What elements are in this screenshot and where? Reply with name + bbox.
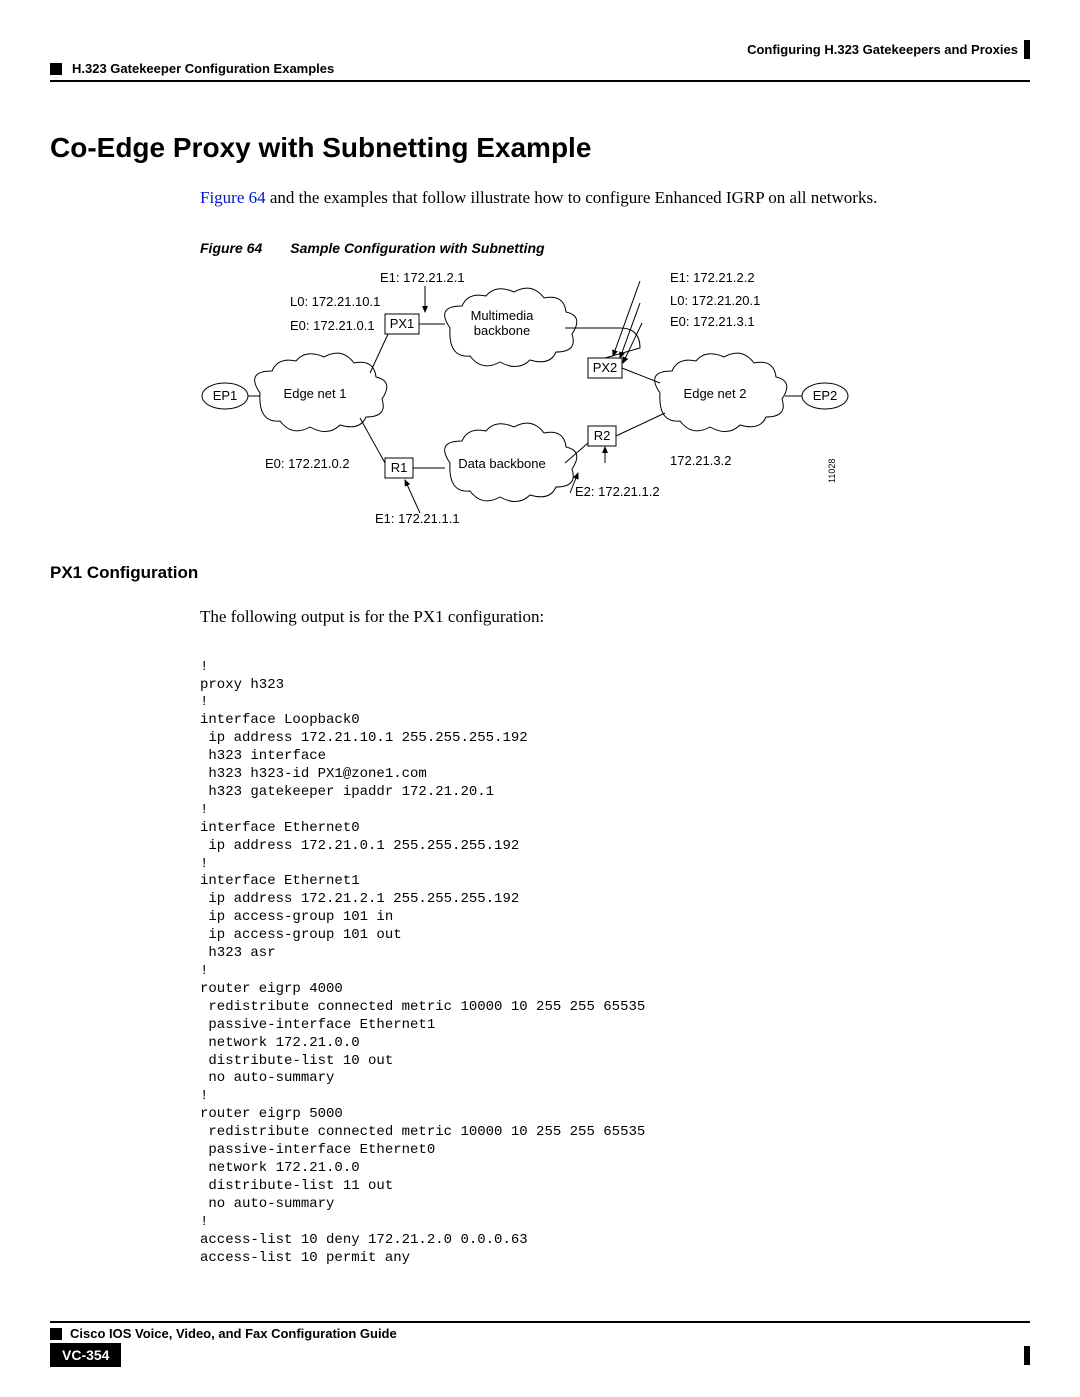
page-title: Co-Edge Proxy with Subnetting Example <box>50 132 1030 164</box>
px2-label: PX2 <box>593 360 618 375</box>
px1-label: PX1 <box>390 316 415 331</box>
intro-paragraph: Figure 64 and the examples that follow i… <box>200 186 1030 210</box>
l0-px2: L0: 172.21.20.1 <box>670 293 760 308</box>
intro-text: and the examples that follow illustrate … <box>266 188 878 207</box>
px1-config-code: ! proxy h323 ! interface Loopback0 ip ad… <box>200 659 1030 1268</box>
chapter-title: Configuring H.323 Gatekeepers and Proxie… <box>747 42 1018 57</box>
ep2-label: EP2 <box>813 388 838 403</box>
section-title: H.323 Gatekeeper Configuration Examples <box>72 61 334 76</box>
figure-number: Figure 64 <box>200 240 262 256</box>
edge2-label: Edge net 2 <box>684 386 747 401</box>
header-marker-left <box>50 63 62 75</box>
mmbb-label: Multimedia <box>471 308 535 323</box>
l0-px1: L0: 172.21.10.1 <box>290 294 380 309</box>
e2-r2: E2: 172.21.1.2 <box>575 484 660 499</box>
edge1-label: Edge net 1 <box>284 386 347 401</box>
e0-px1: E0: 172.21.0.1 <box>290 318 375 333</box>
px1-heading: PX1 Configuration <box>50 563 1030 583</box>
ip-r2: 172.21.3.2 <box>670 453 731 468</box>
header-marker-right <box>1024 40 1030 59</box>
page-footer: Cisco IOS Voice, Video, and Fax Configur… <box>50 1321 1030 1367</box>
px1-intro: The following output is for the PX1 conf… <box>200 605 1030 629</box>
e1-px1: E1: 172.21.2.1 <box>380 270 465 285</box>
network-diagram: Multimedia backbone Edge net 1 Edge net … <box>200 268 1030 533</box>
r2-label: R2 <box>594 428 611 443</box>
figure-link[interactable]: Figure 64 <box>200 188 266 207</box>
figure-id: 11028 <box>827 458 837 482</box>
e1-r1: E1: 172.21.1.1 <box>375 511 460 526</box>
figure-caption-text: Sample Configuration with Subnetting <box>290 240 544 256</box>
ep1-label: EP1 <box>213 388 238 403</box>
databb-label: Data backbone <box>458 456 545 471</box>
e0-px2: E0: 172.21.3.1 <box>670 314 755 329</box>
r1-label: R1 <box>391 460 408 475</box>
header-rule <box>50 80 1030 82</box>
footer-marker <box>50 1328 62 1340</box>
footer-marker-right <box>1024 1346 1030 1365</box>
e0-r1: E0: 172.21.0.2 <box>265 456 350 471</box>
page-number-badge: VC-354 <box>50 1343 121 1367</box>
figure-caption: Figure 64 Sample Configuration with Subne… <box>200 240 1030 256</box>
mmbb-label2: backbone <box>474 323 530 338</box>
guide-title: Cisco IOS Voice, Video, and Fax Configur… <box>70 1326 397 1341</box>
e1-px2: E1: 172.21.2.2 <box>670 270 755 285</box>
